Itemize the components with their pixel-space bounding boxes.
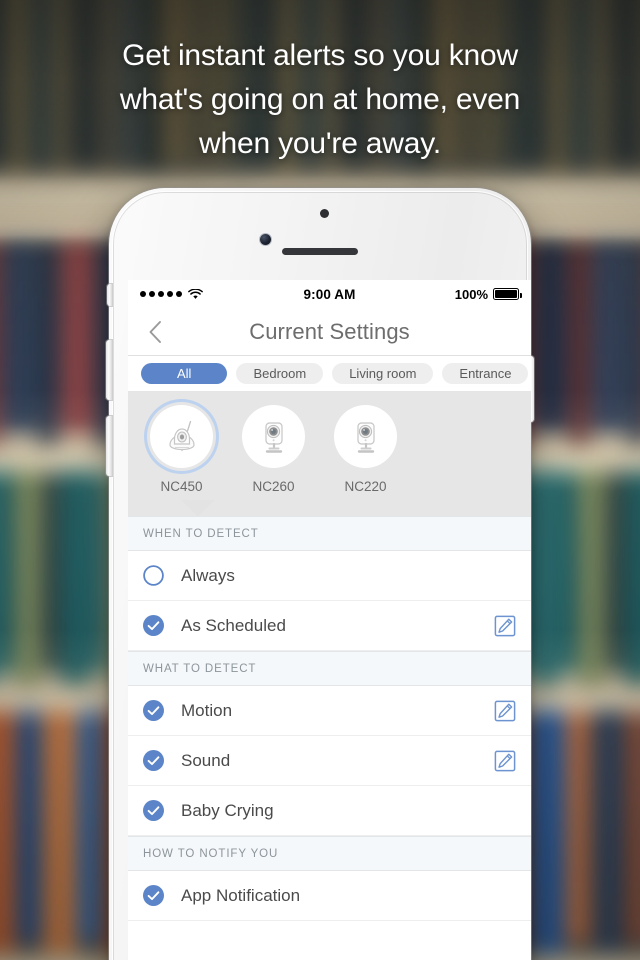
proximity-sensor [320, 209, 329, 218]
room-filter-chip[interactable]: Bedroom [236, 363, 324, 384]
edit-button[interactable] [494, 700, 516, 722]
promo-headline: Get instant alerts so you know what's go… [0, 34, 640, 166]
nav-bar: Current Settings [128, 308, 531, 356]
volume-up-button[interactable] [106, 340, 112, 400]
wifi-icon [188, 288, 203, 300]
back-button[interactable] [142, 319, 168, 345]
camera-thumbnail [242, 405, 305, 468]
battery-percent-label: 100% [454, 286, 488, 302]
battery-full-icon [493, 288, 522, 300]
room-filter-chip[interactable]: Entrance [442, 363, 529, 384]
unchecked-icon[interactable] [143, 565, 164, 586]
settings-row[interactable]: App Notification [128, 871, 531, 921]
headline-line-3: when you're away. [199, 127, 441, 160]
checked-icon[interactable] [143, 700, 164, 721]
checked-icon [143, 615, 164, 636]
room-filter-label: Bedroom [253, 366, 307, 381]
section-header-label: HOW TO NOTIFY YOU [143, 847, 279, 860]
headline-line-2: what's going on at home, even [119, 83, 521, 116]
camera-item[interactable]: NC260 [242, 405, 305, 494]
settings-row[interactable]: Motion [128, 686, 531, 736]
camera-carousel[interactable]: NC450 NC260 NC220 [128, 392, 531, 516]
edit-button[interactable] [494, 615, 516, 637]
section-header-label: WHEN TO DETECT [143, 527, 259, 540]
checked-icon[interactable] [143, 800, 164, 821]
camera-item[interactable]: NC450 [150, 405, 213, 494]
page-title: Current Settings [249, 318, 410, 344]
checked-icon [143, 800, 164, 821]
settings-row[interactable]: Always [128, 551, 531, 601]
settings-row[interactable]: Baby Crying [128, 786, 531, 836]
checked-icon[interactable] [143, 885, 164, 906]
settings-row[interactable]: Sound [128, 736, 531, 786]
box-camera-icon [356, 421, 375, 453]
settings-row-label: App Notification [181, 885, 301, 905]
camera-label: NC220 [344, 479, 387, 494]
settings-row-label: Baby Crying [181, 800, 274, 820]
headline-line-1: Get instant alerts so you know [122, 39, 518, 72]
camera-label: NC450 [160, 479, 203, 494]
section-header-label: WHAT TO DETECT [143, 662, 257, 675]
unchecked-icon [143, 565, 164, 586]
status-bar: 9:00 AM 100% [128, 280, 531, 308]
chevron-left-icon [149, 320, 161, 343]
section-header: WHEN TO DETECT [128, 516, 531, 551]
room-filter-label: Entrance [459, 366, 512, 381]
room-filter-chips[interactable]: All Bedroom Living room Entrance [128, 356, 531, 392]
settings-list: WHEN TO DETECT Always As Scheduled WHAT … [128, 516, 531, 921]
phone-mockup: 9:00 AM 100% Current Settings All Bedroom… [106, 188, 534, 960]
section-header: HOW TO NOTIFY YOU [128, 836, 531, 871]
camera-item[interactable]: NC220 [334, 405, 397, 494]
room-filter-chip[interactable]: Living room [332, 363, 434, 384]
silent-switch[interactable] [107, 284, 112, 306]
section-header: WHAT TO DETECT [128, 651, 531, 686]
room-filter-chip[interactable]: All [141, 363, 228, 384]
settings-row-label: Sound [181, 750, 231, 770]
edit-pencil-icon [494, 615, 516, 636]
settings-row-label: Motion [181, 700, 233, 720]
front-camera-lens [260, 234, 271, 245]
earpiece-speaker [282, 248, 358, 255]
camera-thumbnail [150, 405, 213, 468]
edit-button[interactable] [494, 750, 516, 772]
camera-thumbnail [334, 405, 397, 468]
status-bar-time: 9:00 AM [303, 286, 356, 302]
room-filter-label: Living room [349, 366, 417, 381]
camera-label: NC260 [252, 479, 295, 494]
status-bar-right: 100% [355, 286, 522, 302]
signal-strength-dots [140, 291, 182, 297]
promo-screenshot: Get instant alerts so you know what's go… [0, 0, 640, 960]
room-filter-label: All [177, 366, 192, 381]
selected-camera-pointer [181, 500, 215, 516]
checked-icon[interactable] [143, 750, 164, 771]
phone-screen: 9:00 AM 100% Current Settings All Bedroom… [128, 280, 531, 960]
pan-tilt-camera-icon [168, 420, 195, 451]
volume-down-button[interactable] [106, 416, 112, 476]
settings-row-label: Always [181, 565, 235, 585]
edit-pencil-icon [494, 750, 516, 771]
settings-row-label: As Scheduled [181, 615, 286, 635]
checked-icon [143, 700, 164, 721]
checked-icon [143, 885, 164, 906]
settings-row[interactable]: As Scheduled [128, 601, 531, 651]
box-camera-icon [264, 421, 283, 453]
checked-icon [143, 750, 164, 771]
checked-icon[interactable] [143, 615, 164, 636]
edit-pencil-icon [494, 700, 516, 721]
status-bar-left [140, 288, 304, 300]
